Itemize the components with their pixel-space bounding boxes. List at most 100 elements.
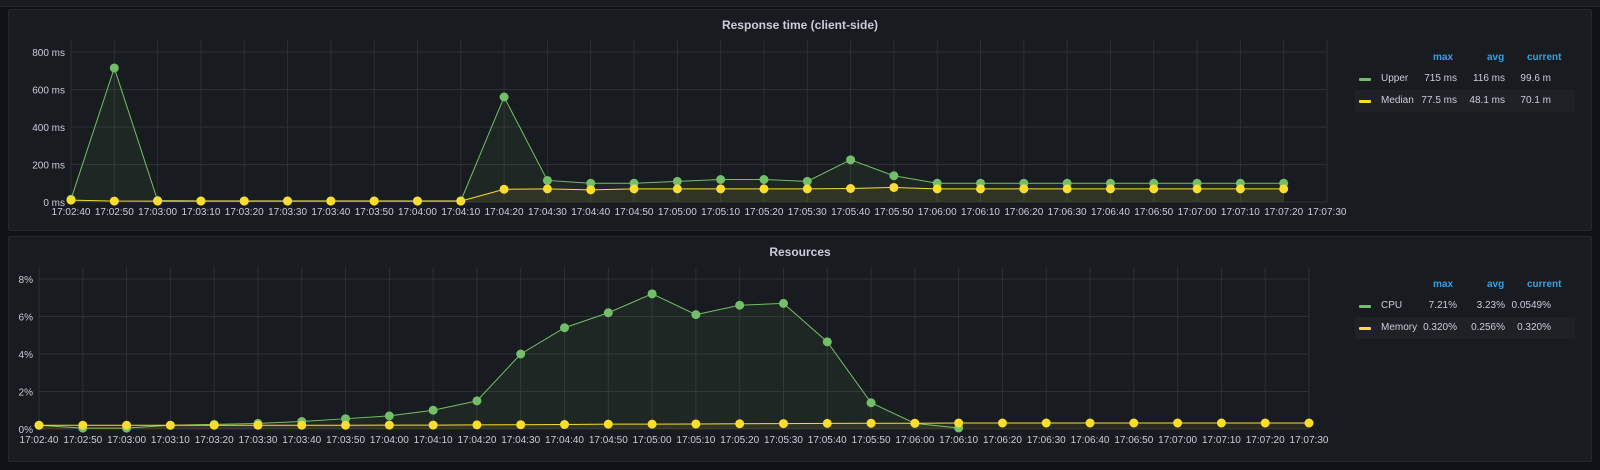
resources-chart[interactable]: 17:02:40 17:02:50 17:03:00 17:03:10 17:03:20… <box>9 237 1349 462</box>
legend-current-value: 70.1 m <box>1520 95 1551 106</box>
data-point-memory <box>384 420 394 430</box>
series-color-swatch <box>1359 78 1371 81</box>
data-point-memory <box>165 420 175 430</box>
x-tick-label: 17:03:30 <box>268 207 307 218</box>
x-tick-label: 17:07:20 <box>1246 435 1285 446</box>
x-tick-label: 17:06:10 <box>961 207 1000 218</box>
x-tick-label: 17:04:50 <box>589 435 628 446</box>
y-tick-label: 2% <box>19 388 34 399</box>
data-point-median <box>109 196 119 206</box>
data-point-memory <box>866 418 876 428</box>
x-tick-label: 17:04:40 <box>545 435 584 446</box>
data-point-memory <box>341 420 351 430</box>
legend-header-avg[interactable]: avg <box>1487 279 1504 290</box>
x-tick-label: 17:05:40 <box>831 207 870 218</box>
data-point-median <box>672 184 682 194</box>
legend-item-upper[interactable]: Upper 715 ms 116 ms 99.6 m <box>1355 68 1575 90</box>
x-tick-label: 17:06:20 <box>1004 207 1043 218</box>
data-point-memory <box>560 420 570 429</box>
data-point-upper <box>716 175 726 184</box>
data-point-upper <box>542 175 552 185</box>
x-tick-label: 17:06:00 <box>895 435 934 446</box>
legend-avg-value: 0.256% <box>1471 322 1505 333</box>
y-tick-label: 0% <box>19 425 34 436</box>
data-point-median <box>716 184 726 194</box>
x-tick-label: 17:04:20 <box>485 207 524 218</box>
data-point-upper <box>499 92 509 102</box>
legend-item-cpu[interactable]: CPU 7.21% 3.23% 0.0549% <box>1355 295 1575 317</box>
legend: max avg current CPU 7.21% 3.23% 0.0549% … <box>1355 279 1585 339</box>
data-point-median <box>369 196 379 206</box>
data-point-cpu <box>866 398 876 408</box>
x-tick-label: 17:04:10 <box>441 207 480 218</box>
x-tick-label: 17:05:00 <box>658 207 697 218</box>
data-point-memory <box>516 420 526 430</box>
x-tick-label: 17:04:50 <box>615 207 654 218</box>
data-point-memory <box>954 418 964 428</box>
x-tick-label: 17:02:40 <box>20 435 59 446</box>
legend-label: Memory <box>1381 322 1418 333</box>
data-point-upper <box>889 171 899 181</box>
y-tick-label: 400 ms <box>32 123 65 134</box>
x-tick-label: 17:05:00 <box>633 435 672 446</box>
data-point-memory <box>1173 418 1183 428</box>
data-point-memory <box>691 419 701 429</box>
data-point-median <box>542 184 552 194</box>
y-tick-label: 6% <box>19 313 34 324</box>
data-point-median <box>1235 184 1245 194</box>
data-point-memory <box>297 420 307 430</box>
data-point-cpu <box>603 308 613 318</box>
legend-item-memory[interactable]: Memory 0.320% 0.256% 0.320% <box>1355 317 1575 339</box>
data-point-memory <box>910 418 920 428</box>
x-tick-label: 17:03:10 <box>181 207 220 218</box>
legend-header: max avg current <box>1355 279 1575 293</box>
legend-current-value: 0.320% <box>1517 322 1551 333</box>
legend-header-max[interactable]: max <box>1433 52 1453 63</box>
response-time-chart[interactable]: 17:02:40 17:02:50 17:03:00 17:03:10 17:03:20… <box>9 10 1349 231</box>
x-tick-label: 17:04:20 <box>457 435 496 446</box>
resources-panel[interactable]: Resources 17:02:40 17:02:50 17:03:00 17:03:… <box>8 236 1592 462</box>
data-point-median <box>802 184 812 194</box>
x-tick-label: 17:03:50 <box>326 435 365 446</box>
x-tick-label: 17:06:50 <box>1114 435 1153 446</box>
y-tick-label: 600 ms <box>32 86 65 97</box>
x-tick-label: 17:06:20 <box>983 435 1022 446</box>
response-time-panel[interactable]: Response time (client-side) 17:02:40 17:0… <box>8 9 1592 231</box>
x-tick-label: 17:05:30 <box>788 207 827 218</box>
x-tick-label: 17:06:40 <box>1071 435 1110 446</box>
x-tick-label: 17:02:50 <box>95 207 134 218</box>
data-point-cpu <box>778 298 788 308</box>
data-point-upper <box>846 155 856 165</box>
legend-header-current[interactable]: current <box>1527 52 1561 63</box>
data-point-cpu <box>472 396 482 406</box>
x-tick-label: 17:04:00 <box>370 435 409 446</box>
x-tick-label: 17:03:00 <box>138 207 177 218</box>
legend-item-median[interactable]: Median 77.5 ms 48.1 ms 70.1 m <box>1355 90 1575 112</box>
legend-label: Median <box>1381 95 1414 106</box>
y-tick-label: 800 ms <box>32 48 65 59</box>
legend-header-avg[interactable]: avg <box>1487 52 1504 63</box>
data-point-median <box>456 196 466 206</box>
data-point-memory <box>603 419 613 429</box>
data-point-median <box>1279 184 1289 194</box>
legend-header-max[interactable]: max <box>1433 279 1453 290</box>
data-point-memory <box>1260 418 1270 428</box>
legend-header-current[interactable]: current <box>1527 279 1561 290</box>
x-tick-label: 17:07:30 <box>1290 435 1329 446</box>
x-tick-label: 17:03:40 <box>282 435 321 446</box>
data-point-memory <box>122 420 132 430</box>
data-point-memory <box>428 420 438 430</box>
data-point-median <box>976 184 986 194</box>
x-tick-label: 17:04:30 <box>501 435 540 446</box>
x-tick-label: 17:02:50 <box>63 435 102 446</box>
legend-avg-value: 3.23% <box>1476 300 1505 311</box>
x-tick-label: 17:05:30 <box>764 435 803 446</box>
data-point-memory <box>1216 418 1226 428</box>
legend-label: Upper <box>1381 73 1409 84</box>
data-point-cpu <box>428 405 438 415</box>
legend-header: max avg current <box>1355 52 1575 66</box>
x-tick-label: 17:06:00 <box>918 207 957 218</box>
data-point-memory <box>1129 418 1139 428</box>
data-point-median <box>1062 184 1072 194</box>
series-color-swatch <box>1359 100 1371 103</box>
